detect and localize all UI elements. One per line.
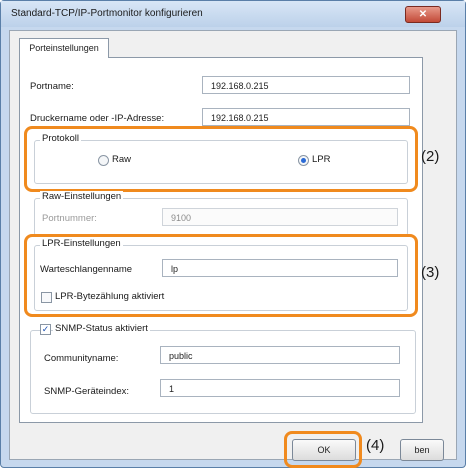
snmp-checkbox[interactable]: ✓	[40, 324, 51, 335]
close-button[interactable]: ✕	[405, 6, 441, 23]
portnumber-label: Portnummer:	[42, 213, 97, 224]
callout-4: (4)	[366, 437, 385, 454]
title-bar[interactable]: Standard-TCP/IP-Portmonitor konfiguriere…	[1, 1, 465, 27]
tab-porteinstellungen[interactable]: Porteinstellungen	[19, 38, 109, 58]
cancel-button[interactable]: ben	[400, 439, 444, 461]
raw-settings-title: Raw-Einstellungen	[40, 191, 124, 202]
portname-field[interactable]: 192.168.0.215	[202, 76, 410, 94]
portname-label: Portname:	[30, 81, 74, 92]
window-title: Standard-TCP/IP-Portmonitor konfiguriere…	[11, 8, 203, 19]
highlight-protocol	[24, 126, 418, 192]
device-index-field[interactable]: 1	[160, 379, 400, 397]
device-index-label: SNMP-Geräteindex:	[44, 386, 130, 397]
callout-2: (2)	[421, 148, 440, 165]
community-name-label: Communityname:	[44, 353, 119, 364]
portnumber-field[interactable]: 9100	[162, 208, 398, 226]
highlight-ok	[284, 431, 362, 468]
host-label: Druckername oder -IP-Adresse:	[30, 113, 165, 124]
host-address-field[interactable]: 192.168.0.215	[202, 108, 410, 126]
close-icon: ✕	[418, 9, 428, 20]
community-name-field[interactable]: public	[160, 346, 400, 364]
snmp-group	[30, 330, 416, 414]
snmp-group-title: SNMP-Status aktiviert	[53, 323, 150, 334]
callout-3: (3)	[421, 264, 440, 281]
highlight-lpr	[24, 234, 418, 317]
